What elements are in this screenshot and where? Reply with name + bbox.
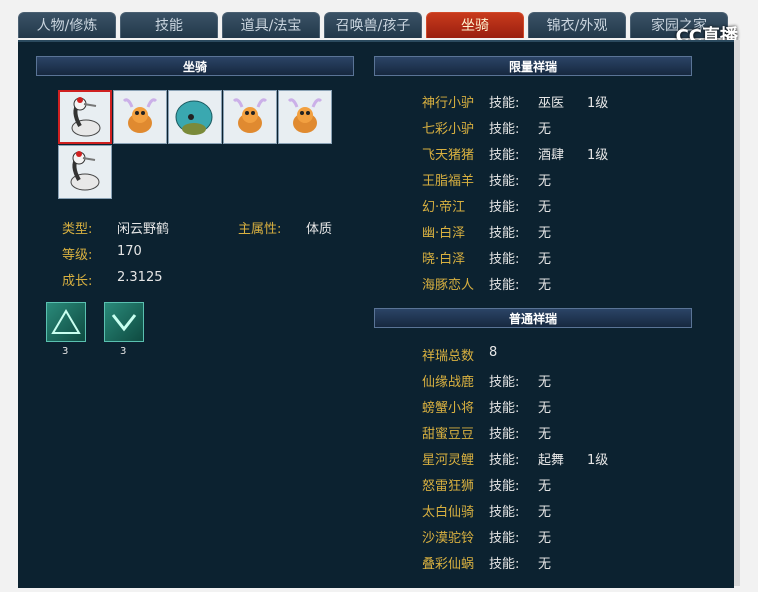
skill-label: 技能:	[489, 401, 520, 416]
skill-label: 技能:	[489, 226, 520, 241]
skill-value: 无	[538, 200, 552, 215]
mount-name: 神行小驴	[422, 96, 475, 111]
tab-outfits[interactable]: 锦衣/外观	[528, 12, 626, 38]
skill-value: 酒肆	[538, 148, 565, 163]
growth-label: 成长:	[62, 274, 93, 289]
skill-emblem-icon	[111, 314, 137, 332]
level-label: 等级:	[62, 248, 93, 263]
skill-value: 无	[538, 122, 552, 137]
deer-icon	[287, 98, 323, 133]
mount-name: 王脂福羊	[422, 174, 475, 189]
skill-label: 技能:	[489, 375, 520, 390]
mount-slot-deer[interactable]	[223, 90, 277, 144]
skill-level: 1级	[587, 148, 609, 163]
skill-value: 无	[538, 278, 552, 293]
tab-items[interactable]: 道具/法宝	[222, 12, 320, 38]
type-value: 闲云野鹤	[117, 222, 170, 237]
mount-slot-deer[interactable]	[113, 90, 167, 144]
skill-value: 无	[538, 401, 552, 416]
skill-label: 技能:	[489, 148, 520, 163]
mount-name: 甜蜜豆豆	[422, 427, 475, 442]
tab-skills[interactable]: 技能	[120, 12, 218, 38]
skill-level: 3	[62, 346, 69, 357]
mount-name: 飞天猪猪	[422, 148, 475, 163]
skill-value: 无	[538, 375, 552, 390]
skill-value: 无	[538, 479, 552, 494]
crane-icon	[70, 151, 100, 191]
skill-label: 技能:	[489, 200, 520, 215]
growth-value: 2.3125	[117, 270, 163, 285]
limited-header: 限量祥瑞	[374, 56, 692, 76]
skill-level: 1级	[587, 96, 609, 111]
mount-name: 幻·帝江	[422, 200, 466, 215]
mount-skill-icon-2[interactable]	[104, 302, 144, 342]
mount-panel: 坐骑 限量祥瑞 类型: 闲云野鹤 主属性: 体质 等级: 170 成长: 2.3…	[18, 40, 734, 588]
skill-value: 无	[538, 531, 552, 546]
mount-skill-icon-1[interactable]	[46, 302, 86, 342]
deer-icon	[122, 98, 158, 133]
skill-label: 技能:	[489, 278, 520, 293]
skill-label: 技能:	[489, 531, 520, 546]
skill-value: 无	[538, 505, 552, 520]
mount-name: 太白仙骑	[422, 505, 475, 520]
skill-level: 3	[120, 346, 127, 357]
skill-level: 1级	[587, 453, 609, 468]
skill-value: 无	[538, 252, 552, 267]
tab-character[interactable]: 人物/修炼	[18, 12, 116, 38]
skill-label: 技能:	[489, 427, 520, 442]
skill-value: 无	[538, 427, 552, 442]
type-label: 类型:	[62, 222, 93, 237]
skill-label: 技能:	[489, 479, 520, 494]
mount-slot-crane[interactable]	[58, 145, 112, 199]
skill-label: 技能:	[489, 174, 520, 189]
mount-name: 沙漠驼铃	[422, 531, 475, 546]
mount-slot-crane[interactable]	[58, 90, 112, 144]
skill-emblem-icon	[51, 309, 81, 334]
mount-name: 螃蟹小将	[422, 401, 475, 416]
skill-value: 无	[538, 557, 552, 572]
mount-name: 仙缘战鹿	[422, 375, 475, 390]
turtle-icon	[175, 100, 213, 135]
mount-name: 幽·白泽	[422, 226, 466, 241]
mount-header: 坐骑	[36, 56, 354, 76]
mount-name: 海豚恋人	[422, 278, 475, 293]
skill-value: 巫医	[538, 96, 565, 111]
level-value: 170	[117, 244, 142, 259]
total-label: 祥瑞总数	[422, 349, 475, 364]
skill-label: 技能:	[489, 96, 520, 111]
skill-value: 起舞	[538, 453, 565, 468]
mount-grid	[58, 90, 334, 200]
mount-name: 叠彩仙蜗	[422, 557, 475, 572]
skill-label: 技能:	[489, 557, 520, 572]
mount-slot-turtle[interactable]	[168, 90, 222, 144]
skill-label: 技能:	[489, 252, 520, 267]
normal-header: 普通祥瑞	[374, 308, 692, 328]
skill-label: 技能:	[489, 122, 520, 137]
skill-value: 无	[538, 174, 552, 189]
crane-icon	[71, 97, 101, 137]
tab-bar: 人物/修炼 技能 道具/法宝 召唤兽/孩子 坐骑 锦衣/外观 家园之家	[18, 12, 738, 40]
main-attr-label: 主属性:	[238, 222, 282, 237]
mount-name: 七彩小驴	[422, 122, 475, 137]
tab-mounts[interactable]: 坐骑	[426, 12, 524, 38]
mount-name: 怒雷狂狮	[422, 479, 475, 494]
total-value: 8	[489, 345, 498, 360]
mount-name: 星河灵鲤	[422, 453, 475, 468]
deer-icon	[232, 98, 268, 133]
scrollbar[interactable]	[734, 40, 740, 586]
main-attr-value: 体质	[306, 222, 333, 237]
skill-label: 技能:	[489, 453, 520, 468]
skill-label: 技能:	[489, 505, 520, 520]
skill-value: 无	[538, 226, 552, 241]
mount-name: 晓·白泽	[422, 252, 466, 267]
tab-pets[interactable]: 召唤兽/孩子	[324, 12, 422, 38]
mount-slot-deer[interactable]	[278, 90, 332, 144]
